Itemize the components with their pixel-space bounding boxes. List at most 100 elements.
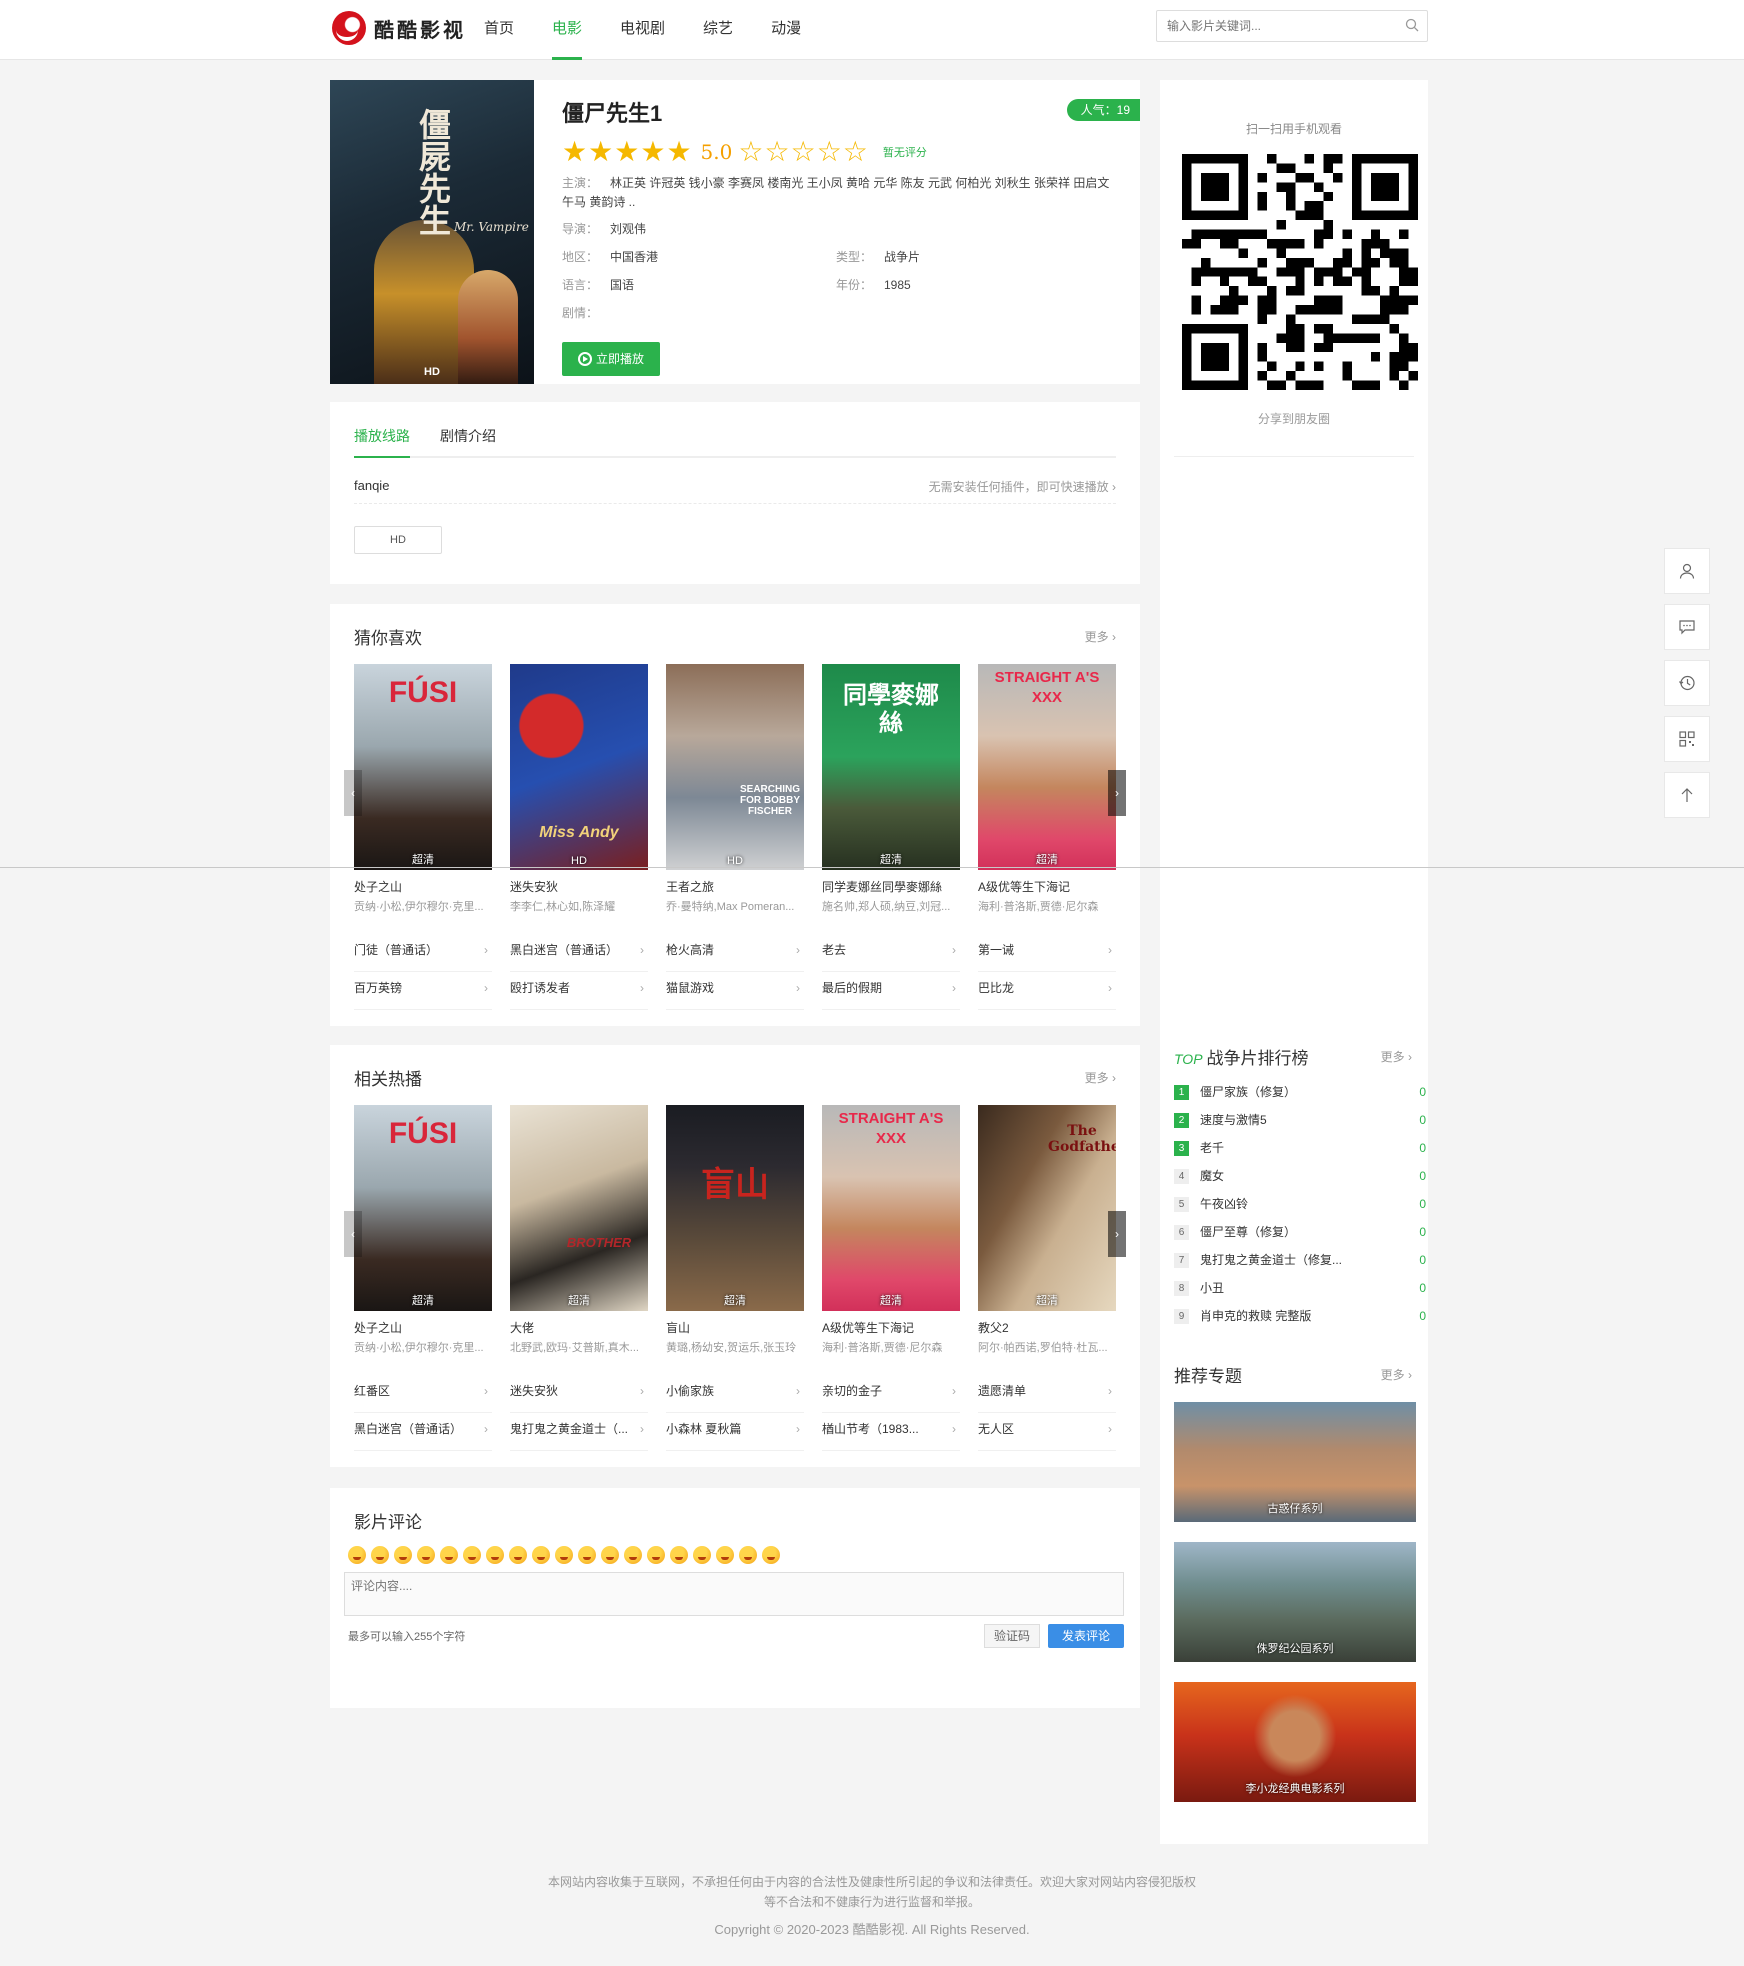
star-empty-icon[interactable]: ☆ (764, 138, 789, 166)
nav-anime[interactable]: 动漫 (771, 0, 801, 60)
movie-card[interactable]: 盲山 超清 盲山 黄璐,杨幼安,贺运乐,张玉玲 (666, 1105, 804, 1355)
submit-comment-button[interactable]: 发表评论 (1048, 1624, 1124, 1648)
star-filled-icon[interactable]: ★ (562, 138, 587, 166)
emoji-icon[interactable] (394, 1546, 412, 1564)
more-link[interactable]: 更多 › (1381, 1366, 1412, 1383)
card-title[interactable]: 盲山 (666, 1319, 804, 1336)
rank-item[interactable]: 6 僵尸至尊（修复） 0 (1174, 1218, 1426, 1246)
star-empty-icon[interactable]: ☆ (817, 138, 842, 166)
card-poster[interactable]: 同學麥娜絲 超清 (822, 664, 960, 870)
search-icon[interactable] (1405, 18, 1419, 32)
card-poster[interactable]: 盲山 超清 (666, 1105, 804, 1311)
comment-input[interactable] (344, 1572, 1124, 1616)
movie-card[interactable]: SEARCHING FOR BOBBY FISCHER HD 王者之旅 乔·曼特… (666, 664, 804, 914)
emoji-icon[interactable] (601, 1546, 619, 1564)
back-to-top-button[interactable] (1664, 772, 1710, 818)
emoji-icon[interactable] (762, 1546, 780, 1564)
nav-movie[interactable]: 电影 (552, 0, 583, 60)
text-link[interactable]: 最后的假期 › (822, 972, 960, 1010)
text-link[interactable]: 百万英镑 › (354, 972, 492, 1010)
text-link[interactable]: 楢山节考（1983... › (822, 1413, 960, 1451)
movie-card[interactable]: 同學麥娜絲 超清 同学麦娜丝同學麥娜絲 施名帅,郑人硕,纳豆,刘冠... (822, 664, 960, 914)
rank-item[interactable]: 7 鬼打鬼之黄金道士（修复... 0 (1174, 1246, 1426, 1274)
text-link[interactable]: 遗愿清单 › (978, 1375, 1116, 1413)
star-filled-icon[interactable]: ★ (614, 138, 639, 166)
rank-item[interactable]: 9 肖申克的救赎 完整版 0 (1174, 1302, 1426, 1330)
emoji-icon[interactable] (578, 1546, 596, 1564)
rank-item[interactable]: 5 午夜凶铃 0 (1174, 1190, 1426, 1218)
emoji-icon[interactable] (371, 1546, 389, 1564)
emoji-icon[interactable] (440, 1546, 458, 1564)
card-title[interactable]: 大佬 (510, 1319, 648, 1336)
captcha-button[interactable]: 验证码 (984, 1624, 1040, 1648)
text-link[interactable]: 黑白迷宫（普通话） › (354, 1413, 492, 1451)
text-link[interactable]: 小偷家族 › (666, 1375, 804, 1413)
rank-item[interactable]: 3 老千 0 (1174, 1134, 1426, 1162)
star-filled-icon[interactable]: ★ (640, 138, 665, 166)
carousel-prev-button[interactable]: ‹ (344, 1211, 362, 1257)
emoji-icon[interactable] (555, 1546, 573, 1564)
text-link[interactable]: 门徒（普通话） › (354, 934, 492, 972)
emoji-icon[interactable] (739, 1546, 757, 1564)
history-button[interactable] (1664, 660, 1710, 706)
star-empty-icon[interactable]: ☆ (791, 138, 816, 166)
card-poster[interactable]: FÚSI 超清 (354, 1105, 492, 1311)
text-link[interactable]: 老去 › (822, 934, 960, 972)
text-link[interactable]: 第一诫 › (978, 934, 1116, 972)
card-poster[interactable]: The Godfather 超清 (978, 1105, 1116, 1311)
emoji-icon[interactable] (509, 1546, 527, 1564)
card-title[interactable]: A级优等生下海记 (822, 1319, 960, 1336)
episode-button[interactable]: HD (354, 526, 442, 554)
star-filled-icon[interactable]: ★ (588, 138, 613, 166)
card-title[interactable]: 教父2 (978, 1319, 1116, 1336)
tab-plot-intro[interactable]: 剧情介绍 (440, 426, 496, 458)
card-title[interactable]: 处子之山 (354, 1319, 492, 1336)
text-link[interactable]: 黑白迷宫（普通话） › (510, 934, 648, 972)
text-link[interactable]: 小森林 夏秋篇 › (666, 1413, 804, 1451)
nav-variety[interactable]: 综艺 (703, 0, 733, 60)
card-title[interactable]: 同学麦娜丝同學麥娜絲 (822, 878, 960, 895)
play-now-button[interactable]: 立即播放 (562, 342, 660, 376)
text-link[interactable]: 猫鼠游戏 › (666, 972, 804, 1010)
emoji-icon[interactable] (716, 1546, 734, 1564)
director-value[interactable]: 刘观伟 (610, 222, 646, 236)
card-poster[interactable]: SEARCHING FOR BOBBY FISCHER HD (666, 664, 804, 870)
emoji-icon[interactable] (624, 1546, 642, 1564)
carousel-next-button[interactable]: › (1108, 770, 1126, 816)
emoji-icon[interactable] (670, 1546, 688, 1564)
text-link[interactable]: 殴打诱发者 › (510, 972, 648, 1010)
card-poster[interactable]: FÚSI 超清 (354, 664, 492, 870)
star-empty-icon[interactable]: ☆ (843, 138, 868, 166)
emoji-icon[interactable] (417, 1546, 435, 1564)
text-link[interactable]: 无人区 › (978, 1413, 1116, 1451)
text-link[interactable]: 巴比龙 › (978, 972, 1116, 1010)
more-link[interactable]: 更多 › (1085, 628, 1116, 645)
emoji-icon[interactable] (647, 1546, 665, 1564)
star-filled-icon[interactable]: ★ (666, 138, 691, 166)
more-link[interactable]: 更多 › (1085, 1069, 1116, 1086)
tab-play-lines[interactable]: 播放线路 (354, 426, 410, 458)
card-poster[interactable]: BROTHER 超清 (510, 1105, 648, 1311)
actors-value[interactable]: 林正英 许冠英 钱小豪 李赛凤 楼南光 王小凤 黄哈 元华 陈友 元武 何柏光 … (562, 176, 1109, 209)
card-title[interactable]: A级优等生下海记 (978, 878, 1116, 895)
type-value[interactable]: 战争片 (884, 250, 920, 264)
play-source-row[interactable]: fanqie 无需安装任何插件，即可快速播放 › (354, 472, 1116, 504)
emoji-icon[interactable] (532, 1546, 550, 1564)
site-logo[interactable]: 酷酷影视 (332, 10, 466, 46)
movie-card[interactable]: STRAIGHT A'S XXX 超清 A级优等生下海记 海利·普洛斯,贾德·尼… (822, 1105, 960, 1355)
topic-card[interactable]: 李小龙经典电影系列 (1174, 1682, 1416, 1802)
card-poster[interactable]: STRAIGHT A'S XXX 超清 (822, 1105, 960, 1311)
movie-poster[interactable]: 僵屍先生 Mr. Vampire HD (330, 80, 534, 384)
movie-card[interactable]: Miss Andy HD 迷失安狄 李李仁,林心如,陈泽耀 (510, 664, 648, 914)
carousel-next-button[interactable]: › (1108, 1211, 1126, 1257)
user-button[interactable] (1664, 548, 1710, 594)
text-link[interactable]: 枪火高清 › (666, 934, 804, 972)
card-title[interactable]: 迷失安狄 (510, 878, 648, 895)
more-link[interactable]: 更多 › (1381, 1048, 1412, 1065)
star-empty-icon[interactable]: ☆ (738, 138, 763, 166)
topic-card[interactable]: 侏罗纪公园系列 (1174, 1542, 1416, 1662)
text-link[interactable]: 迷失安狄 › (510, 1375, 648, 1413)
emoji-icon[interactable] (693, 1546, 711, 1564)
nav-tv[interactable]: 电视剧 (620, 0, 665, 60)
search-input[interactable] (1157, 11, 1387, 41)
